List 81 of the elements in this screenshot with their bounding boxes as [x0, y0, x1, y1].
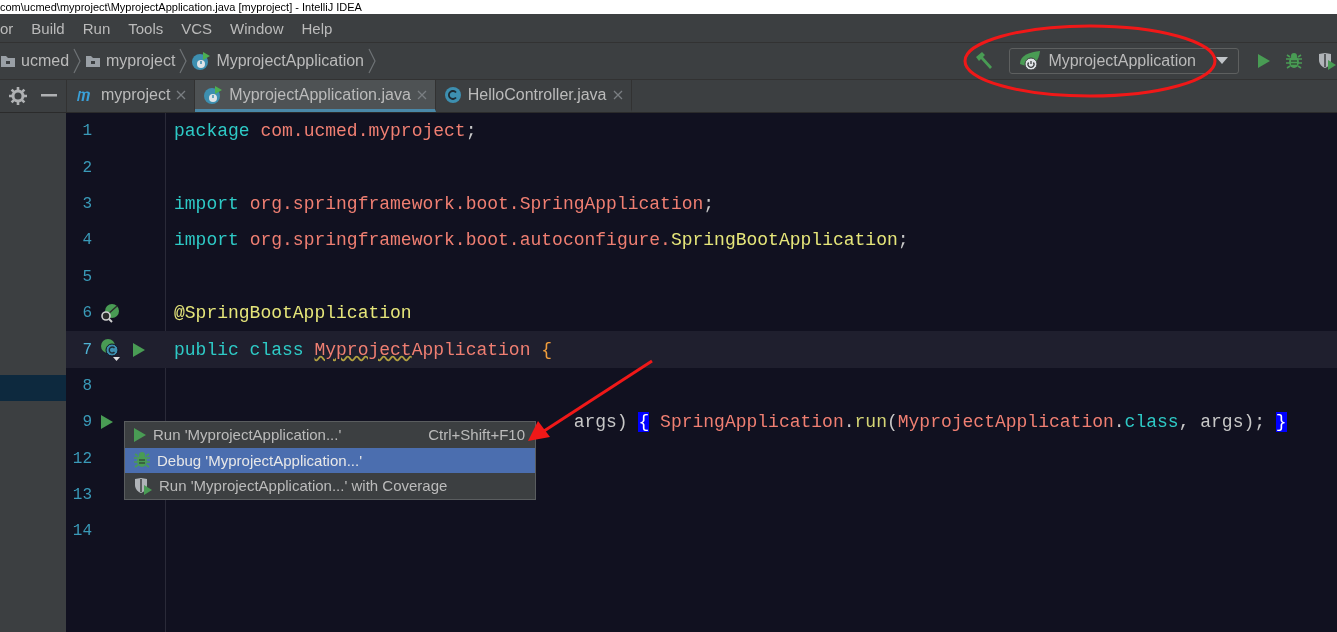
- line-number: 6: [81, 304, 92, 323]
- line-number: 2: [81, 158, 92, 177]
- code-token: run: [854, 412, 887, 433]
- breadcrumb[interactable]: ucmed: [0, 52, 70, 70]
- bug-icon[interactable]: [1285, 52, 1303, 70]
- tree-row-highlight: [0, 375, 66, 401]
- code-token: import: [174, 193, 240, 214]
- line-number: 1: [81, 122, 92, 141]
- editor-tab[interactable]: MyprojectApplication.java: [195, 80, 436, 112]
- menu-item[interactable]: Tools: [128, 19, 164, 37]
- code-token: SpringApplication: [659, 412, 844, 433]
- bug-icon: [133, 451, 151, 470]
- menu-item[interactable]: VCS: [181, 19, 213, 37]
- code-token: Application: [411, 339, 531, 360]
- line-number: 5: [81, 267, 92, 286]
- run-configuration-dropdown[interactable]: MyprojectApplication: [1009, 48, 1239, 74]
- editor-tab[interactable]: HelloController.java: [435, 80, 632, 112]
- spring-app-icon: [203, 84, 224, 105]
- line-number: 13: [71, 486, 92, 505]
- code-token: }: [1275, 412, 1287, 433]
- close-icon: [416, 89, 427, 100]
- line-number: 4: [81, 231, 92, 250]
- code-token: org.springframework.boot.SpringApplication: [249, 193, 704, 214]
- code-token: (: [886, 412, 898, 433]
- run-gutter-icon[interactable]: [132, 341, 146, 358]
- close-icon: [612, 89, 623, 100]
- code-token: {: [638, 412, 650, 433]
- code-token: @SpringBootApplication: [174, 303, 412, 324]
- menu-item[interactable]: or: [0, 19, 14, 37]
- minimize-icon[interactable]: [41, 94, 57, 98]
- run-icon[interactable]: [1257, 53, 1271, 69]
- shield-run-icon: [133, 476, 153, 495]
- chevron-icon: [368, 48, 376, 74]
- line-number: 12: [71, 449, 92, 468]
- shortcut-label: Ctrl+Shift+F10: [428, 426, 525, 444]
- code-token: MyprojectApplication: [897, 412, 1114, 433]
- breadcrumb[interactable]: MyprojectApplication: [191, 51, 364, 71]
- menu-item[interactable]: Run: [82, 19, 111, 37]
- code-token: com.ucmed.myproject: [260, 121, 466, 142]
- code-token: ;: [465, 121, 477, 142]
- menu-item[interactable]: Build: [31, 19, 65, 37]
- code-token: class: [1124, 412, 1179, 433]
- code-token: package: [174, 121, 251, 142]
- shield-run-icon[interactable]: [1317, 52, 1337, 70]
- code-token: .: [1113, 412, 1125, 433]
- code-token: public class: [174, 339, 305, 360]
- close-icon: [176, 89, 187, 100]
- line-number: 7: [81, 340, 92, 359]
- line-number: 3: [81, 194, 92, 213]
- line-number: 8: [81, 376, 92, 395]
- popup-menu-item[interactable]: Run 'MyprojectApplication...' with Coverage: [125, 473, 535, 499]
- window-title: com\ucmed\myproject\MyprojectApplication.java [myproject] - IntelliJ IDEA: [0, 0, 1337, 14]
- spring-leaf-icon: [1018, 50, 1043, 72]
- chevron-icon: [73, 48, 82, 74]
- run-icon: [133, 426, 147, 443]
- menu-item[interactable]: Window: [230, 19, 284, 37]
- code-token: .: [843, 412, 855, 433]
- run-gutter-icon[interactable]: [100, 414, 114, 431]
- code-token: ;: [703, 193, 715, 214]
- bean-search-icon: [100, 303, 120, 324]
- popup-menu-item[interactable]: Debug 'MyprojectApplication...': [125, 447, 535, 473]
- line-number: 14: [71, 522, 92, 541]
- settings-icon[interactable]: [9, 87, 27, 105]
- menu-item[interactable]: Help: [301, 19, 333, 37]
- folder-icon: [85, 54, 102, 68]
- class-icon: [443, 85, 462, 104]
- code-token: SpringBootApplication: [670, 230, 898, 251]
- popup-menu-item[interactable]: Run 'MyprojectApplication...' Ctrl+Shift+F10: [125, 422, 535, 448]
- code-token: Myproject: [314, 339, 412, 360]
- code-token: {: [540, 339, 553, 360]
- line-number: 9: [81, 413, 92, 432]
- code-token: args): [573, 412, 629, 433]
- class-bean-icon: [100, 338, 122, 361]
- spring-app-icon: [191, 51, 212, 71]
- code-token: import: [174, 230, 240, 251]
- chevron-icon: [179, 48, 188, 74]
- dropdown-caret-icon: [1216, 57, 1228, 65]
- code-token: , args);: [1178, 412, 1267, 433]
- code-token: org.springframework.boot.autoconfigure.: [249, 230, 671, 251]
- breadcrumb[interactable]: myproject: [85, 52, 176, 70]
- code-token: ;: [897, 230, 909, 251]
